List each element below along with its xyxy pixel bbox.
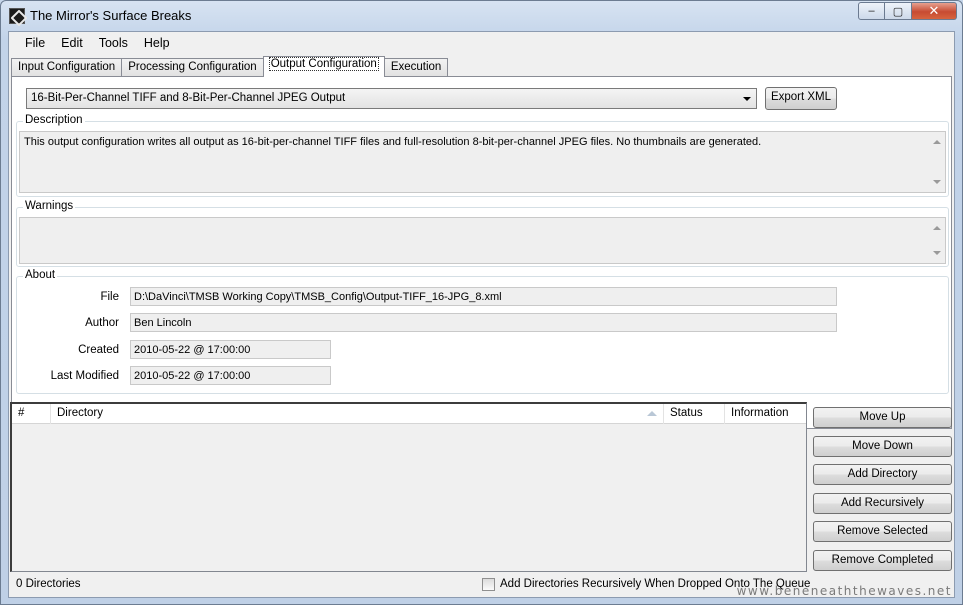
output-configuration-page: 16-Bit-Per-Channel TIFF and 8-Bit-Per-Ch… <box>11 76 952 429</box>
column-directory[interactable]: Directory <box>51 404 664 424</box>
menu-help[interactable]: Help <box>136 32 178 54</box>
tab-label: Execution <box>390 61 442 73</box>
directory-count: 0 Directories <box>16 578 81 590</box>
menu-tools[interactable]: Tools <box>91 32 136 54</box>
client-area: File Edit Tools Help Input Configuration… <box>8 31 955 598</box>
add-recursively-checkbox[interactable] <box>482 578 495 591</box>
move-down-button[interactable]: Move Down <box>813 436 952 457</box>
tab-label: Input Configuration <box>18 61 116 73</box>
menu-file[interactable]: File <box>17 32 53 54</box>
created-label: Created <box>78 344 119 356</box>
author-label: Author <box>85 317 119 329</box>
output-configuration-select[interactable]: 16-Bit-Per-Channel TIFF and 8-Bit-Per-Ch… <box>26 88 757 109</box>
description-scrollbar[interactable] <box>929 132 945 192</box>
last-modified-field[interactable]: 2010-05-22 @ 17:00:00 <box>130 366 331 385</box>
minimize-button[interactable]: ‒ <box>858 2 885 20</box>
chevron-down-icon <box>743 97 751 101</box>
add-directory-button[interactable]: Add Directory <box>813 464 952 485</box>
about-legend: About <box>23 269 58 281</box>
export-xml-button[interactable]: Export XML <box>765 87 837 110</box>
column-status[interactable]: Status <box>664 404 725 424</box>
watermark: www.beneneaththewaves.net <box>736 584 952 598</box>
app-icon[interactable] <box>9 8 25 24</box>
remove-selected-button[interactable]: Remove Selected <box>813 521 952 542</box>
remove-completed-button[interactable]: Remove Completed <box>813 550 952 571</box>
description-legend: Description <box>23 114 85 126</box>
sort-ascending-icon <box>647 411 657 416</box>
about-group: About File D:\DaVinci\TMSB Working Copy\… <box>16 269 949 394</box>
scroll-up-icon[interactable] <box>933 226 941 230</box>
author-field[interactable]: Ben Lincoln <box>130 313 837 332</box>
file-label: File <box>100 291 119 303</box>
close-icon: ✕ <box>928 3 940 18</box>
menu-edit[interactable]: Edit <box>53 32 91 54</box>
app-window: The Mirror's Surface Breaks ‒ ▢ ✕ File E… <box>0 0 963 605</box>
selected-configuration: 16-Bit-Per-Channel TIFF and 8-Bit-Per-Ch… <box>31 92 346 104</box>
window-controls: ‒ ▢ ✕ <box>858 2 957 20</box>
tab-execution[interactable]: Execution <box>383 58 449 77</box>
created-field[interactable]: 2010-05-22 @ 17:00:00 <box>130 340 331 359</box>
minimize-icon: ‒ <box>868 5 875 17</box>
tab-strip: Input Configuration Processing Configura… <box>11 56 449 77</box>
tab-label: Output Configuration <box>268 57 379 71</box>
description-text[interactable]: This output configuration writes all out… <box>19 131 946 193</box>
scroll-down-icon[interactable] <box>933 180 941 184</box>
warnings-text[interactable] <box>19 217 946 264</box>
maximize-icon: ▢ <box>892 5 904 18</box>
tab-label: Processing Configuration <box>128 61 257 73</box>
description-content: This output configuration writes all out… <box>24 136 762 148</box>
tab-input-configuration[interactable]: Input Configuration <box>11 58 123 77</box>
move-up-button[interactable]: Move Up <box>813 407 952 428</box>
warnings-group: Warnings <box>16 200 949 267</box>
description-group: Description This output configuration wr… <box>16 114 949 197</box>
column-information[interactable]: Information <box>725 404 807 424</box>
directory-list[interactable]: # Directory Status Information <box>10 402 807 572</box>
scroll-down-icon[interactable] <box>933 251 941 255</box>
close-button[interactable]: ✕ <box>912 2 957 20</box>
menu-bar: File Edit Tools Help <box>9 32 954 54</box>
last-modified-label: Last Modified <box>50 370 119 382</box>
tab-output-configuration[interactable]: Output Configuration <box>262 56 385 77</box>
directory-list-header: # Directory Status Information <box>12 404 806 424</box>
warnings-scrollbar[interactable] <box>929 218 945 263</box>
file-field[interactable]: D:\DaVinci\TMSB Working Copy\TMSB_Config… <box>130 287 837 306</box>
title-bar[interactable]: The Mirror's Surface Breaks ‒ ▢ ✕ <box>1 1 962 31</box>
column-number[interactable]: # <box>12 404 51 424</box>
tab-processing-configuration[interactable]: Processing Configuration <box>121 58 264 77</box>
maximize-button[interactable]: ▢ <box>885 2 912 20</box>
warnings-legend: Warnings <box>23 200 76 212</box>
window-title: The Mirror's Surface Breaks <box>30 8 192 23</box>
scroll-up-icon[interactable] <box>933 140 941 144</box>
column-directory-label: Directory <box>57 407 104 419</box>
add-recursively-button[interactable]: Add Recursively <box>813 493 952 514</box>
